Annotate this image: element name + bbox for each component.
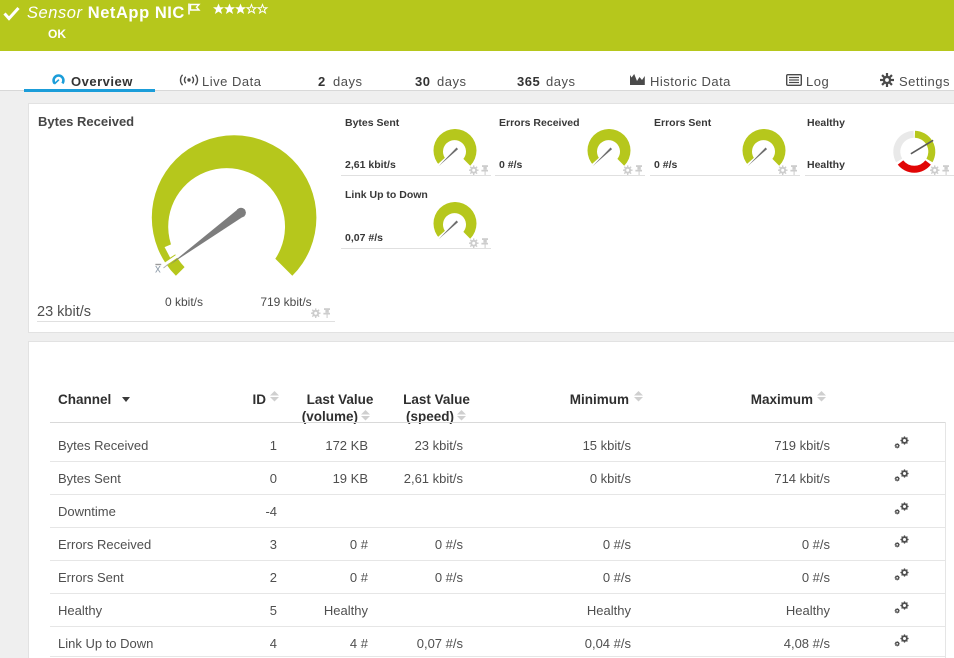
svg-text:x: x xyxy=(155,264,161,276)
